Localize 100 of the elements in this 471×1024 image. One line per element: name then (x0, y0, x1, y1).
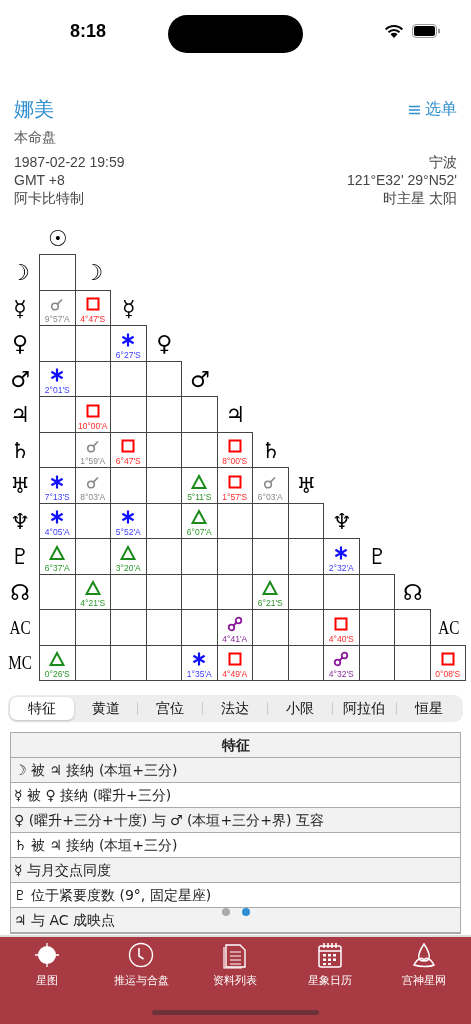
point-label: MC (7, 651, 33, 676)
point-label: ♅ (9, 472, 31, 501)
menu-icon (409, 104, 420, 115)
asterisk-icon (120, 331, 137, 348)
orb-label: 4°32'S (328, 669, 354, 679)
orb-label: 1°57'S (222, 491, 248, 502)
chart-info: GMT +8 (14, 171, 66, 189)
clock-icon (127, 941, 156, 969)
calendar-icon (315, 941, 344, 969)
chart-title: 娜美 (14, 97, 54, 122)
orb-label: 1°59'A (80, 456, 106, 466)
square-icon (333, 615, 350, 632)
square-icon (84, 402, 101, 419)
triangle-icon (84, 580, 101, 596)
point-label: ♀ (155, 330, 174, 359)
square-icon (439, 651, 456, 667)
orb-label: 4°05'A (44, 527, 70, 537)
orb-label: 6°21'S (257, 598, 283, 608)
point-label: ☽ (9, 259, 31, 288)
orb-label: 0°26'S (44, 669, 70, 679)
chart-info: 宁波 (429, 153, 457, 171)
orb-label: 6°37'A (44, 562, 70, 573)
menu-button[interactable]: 选单 (409, 99, 457, 120)
orb-label: 5°52'A (115, 527, 141, 537)
table-row: ☿ 与月交点同度 (11, 858, 460, 883)
table-row: ♀ (曜升+三分+十度) 与 ♂ (本垣+三分+界) 互容 (11, 808, 460, 833)
segment-tab[interactable]: 阿拉伯 (331, 702, 397, 715)
opposition-icon (226, 615, 243, 632)
point-label: ♃ (9, 401, 31, 430)
orb-label: 4°47'S (80, 314, 106, 324)
orb-label: 4°41'A (222, 633, 248, 644)
orb-label: 2°01'S (44, 385, 70, 395)
table-header: 特征 (11, 733, 460, 758)
segment-tab[interactable]: 法达 (202, 702, 267, 715)
orb-label: 6°47'S (115, 456, 141, 466)
orb-label: 8°03'A (80, 491, 106, 502)
asterisk-icon (49, 473, 66, 490)
point-label: ♂ (188, 365, 211, 394)
asterisk-icon (333, 544, 350, 561)
tab-bar-item[interactable]: 宫神星网 (381, 941, 467, 991)
battery-icon (412, 24, 441, 38)
point-label: ♄ (259, 436, 282, 465)
chart-info: 121°E32' 29°N52' (347, 171, 457, 189)
point-label: ♂ (9, 365, 31, 394)
point-label: ♇ (9, 543, 31, 572)
point-label: ☽ (82, 259, 105, 288)
point-label: ☿ (121, 294, 137, 323)
chart-info: 时主星 太阳 (383, 189, 457, 207)
triangle-icon (49, 651, 66, 667)
asterisk-icon (49, 367, 66, 383)
point-label: AC (436, 615, 460, 640)
orb-label: 3°20'A (115, 562, 141, 573)
square-icon (84, 296, 101, 312)
orb-label: 10°00'A (77, 420, 108, 431)
orb-label: 4°40'S (328, 633, 354, 644)
point-label: ♀ (10, 330, 30, 359)
orb-label: 2°32'A (328, 562, 354, 573)
chart-info: 阿卡比特制 (14, 189, 85, 207)
orb-label: 7°13'S (44, 491, 70, 502)
square-icon (226, 651, 243, 667)
segment-tab[interactable]: 特征 (10, 697, 74, 720)
tab-bar-item[interactable]: 星象日历 (287, 941, 373, 991)
segment-tab[interactable]: 宫位 (137, 702, 203, 715)
square-icon (226, 473, 243, 490)
opposition-icon (333, 651, 350, 667)
point-label: ♆ (9, 507, 31, 536)
square-icon (226, 438, 243, 454)
page-dot[interactable] (242, 908, 250, 916)
point-label: ☊ (9, 578, 31, 607)
orb-label: 4°49'A (222, 669, 248, 679)
tab-bar-item[interactable]: 推运与合盘 (98, 941, 184, 991)
orb-label: 6°07'A (186, 527, 212, 537)
crosshair-circle-icon (33, 941, 62, 969)
point-label: ☉ (46, 224, 69, 253)
triangle-icon (191, 473, 208, 490)
triangle-icon (262, 580, 279, 596)
orb-label: 6°03'A (257, 491, 283, 502)
segment-tab[interactable]: 黄道 (73, 697, 138, 720)
segment-tab[interactable]: 恒星 (396, 702, 462, 715)
asterisk-icon (49, 509, 66, 525)
orb-label: 4°21'S (80, 598, 106, 608)
triangle-icon (120, 544, 137, 561)
table-row: ☽ 被 ♃ 接纳 (本垣+三分) (11, 758, 460, 783)
triangle-icon (49, 544, 66, 561)
asterisk-icon (120, 509, 137, 525)
orb-label: 9°57'A (44, 314, 70, 324)
orb-label: 1°35'A (186, 669, 212, 679)
table-row: ♃ 与 AC 成映点 (11, 908, 460, 933)
point-label: ♅ (295, 472, 318, 501)
point-label: ♄ (9, 436, 31, 465)
page-dot[interactable] (222, 908, 230, 916)
point-label: ♇ (366, 543, 389, 572)
tab-bar-item[interactable]: 资料列表 (192, 941, 278, 991)
orb-label: 8°00'S (222, 456, 248, 466)
triangle-icon (191, 509, 208, 525)
chart-type: 本命盘 (14, 129, 57, 147)
wifi-icon (384, 23, 404, 39)
segment-tab[interactable]: 小限 (266, 702, 332, 715)
point-label: AC (8, 615, 32, 640)
tab-bar-item[interactable]: 星图 (4, 941, 90, 991)
